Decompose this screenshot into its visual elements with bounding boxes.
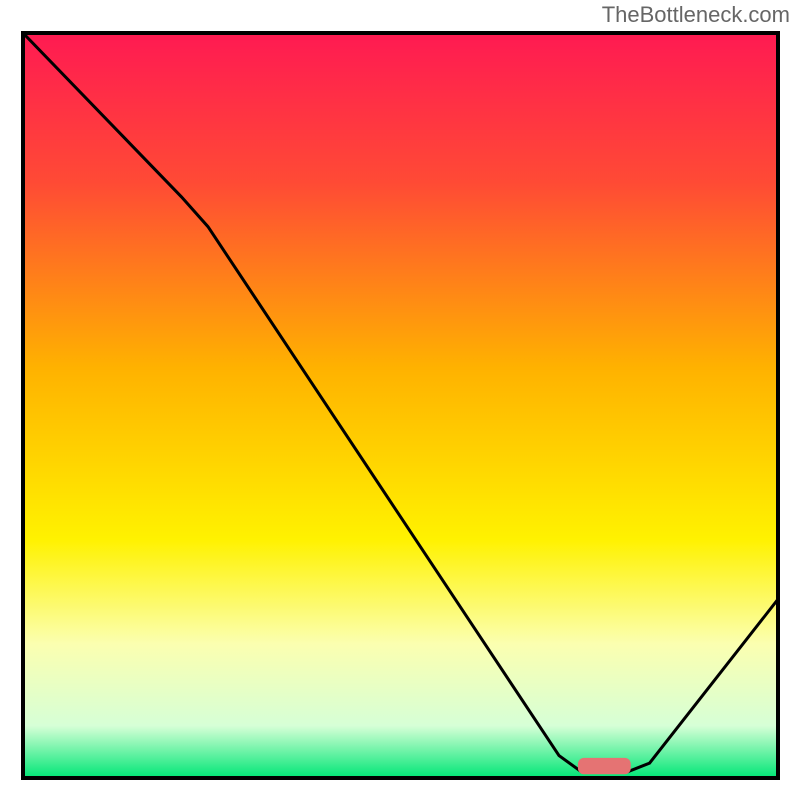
plot-background bbox=[23, 33, 778, 778]
chart-container: TheBottleneck.com bbox=[0, 0, 800, 800]
optimal-marker bbox=[578, 758, 631, 774]
attribution-label: TheBottleneck.com bbox=[602, 2, 790, 28]
bottleneck-chart bbox=[0, 0, 800, 800]
